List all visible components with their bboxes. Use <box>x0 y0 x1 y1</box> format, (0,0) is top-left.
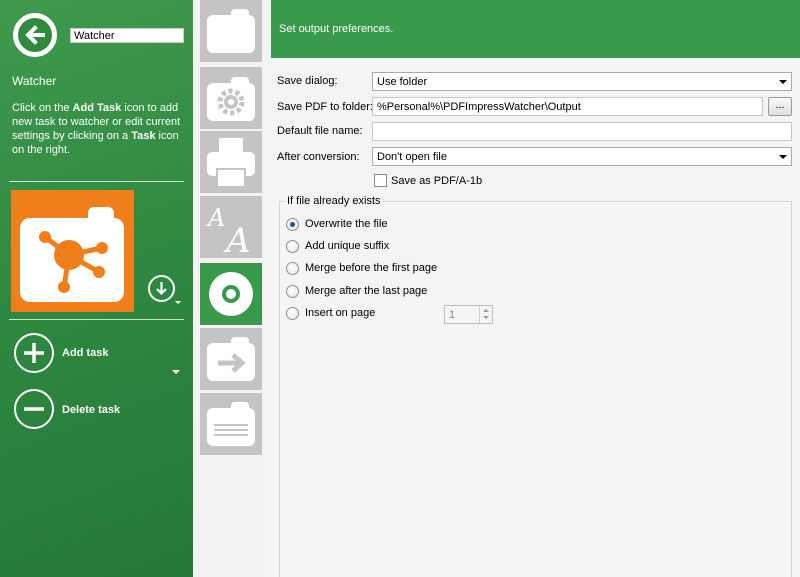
folder-icon <box>207 9 255 53</box>
arrow-down-icon <box>156 282 167 296</box>
disc-icon <box>209 272 253 316</box>
gear-icon <box>207 77 255 121</box>
nav-output[interactable] <box>200 263 262 325</box>
watcher-title: Watcher <box>12 74 57 88</box>
if-file-exists-title: If file already exists <box>285 195 383 207</box>
radio-button[interactable] <box>286 218 299 231</box>
page-header: Set output preferences. <box>271 0 800 58</box>
settings-nav: A A <box>193 0 271 577</box>
page-description: Set output preferences. <box>279 23 394 35</box>
nav-document[interactable] <box>200 393 262 455</box>
printer-icon <box>207 138 255 188</box>
default-file-name-input[interactable] <box>372 122 792 141</box>
output-settings-panel: Save dialog: Use folder Save PDF to fold… <box>271 58 800 577</box>
back-arrow-icon <box>18 18 52 52</box>
browse-folder-button[interactable]: ... <box>768 97 792 116</box>
chevron-down-icon <box>779 80 787 84</box>
svg-text:A: A <box>206 204 225 232</box>
nav-folder[interactable] <box>200 0 262 62</box>
if-file-exists-group <box>279 201 792 577</box>
dropdown-caret-icon[interactable] <box>172 370 180 374</box>
insert-page-value: 1 <box>449 309 456 321</box>
radio-label[interactable]: Merge before the first page <box>305 262 437 274</box>
task-tile[interactable] <box>11 190 134 312</box>
nav-settings[interactable] <box>200 67 262 129</box>
after-conversion-value: Don't open file <box>377 151 447 163</box>
save-pdf-folder-value: %Personal%\PDFImpressWatcher\Output <box>377 101 581 113</box>
watcher-name-input[interactable] <box>70 28 184 43</box>
pdfa-label[interactable]: Save as PDF/A-1b <box>391 175 482 187</box>
radio-button[interactable] <box>286 307 299 320</box>
divider <box>9 319 184 320</box>
move-down-button[interactable] <box>148 275 175 302</box>
minus-icon <box>24 407 44 411</box>
sidebar: Watcher Click on the Add Task icon to ad… <box>0 0 193 577</box>
radio-label[interactable]: Add unique suffix <box>305 240 389 252</box>
font-icon: A A <box>206 204 251 258</box>
radio-label[interactable]: Insert on page <box>305 307 375 319</box>
add-task-label[interactable]: Add task <box>62 347 108 359</box>
nav-fonts[interactable]: A A <box>200 196 262 258</box>
delete-task-label[interactable]: Delete task <box>62 404 120 416</box>
instructions-text: Click on the Add Task icon to add new ta… <box>12 102 181 156</box>
radio-button[interactable] <box>286 240 299 253</box>
after-conversion-select[interactable]: Don't open file <box>372 147 792 166</box>
save-dialog-value: Use folder <box>377 76 428 88</box>
export-arrow-icon <box>207 337 255 381</box>
delete-task-button[interactable] <box>14 389 54 429</box>
watcher-task-icon <box>20 207 124 302</box>
default-file-name-label: Default file name: <box>277 125 363 137</box>
nav-printer[interactable] <box>200 131 262 193</box>
radio-label[interactable]: Overwrite the file <box>305 218 388 230</box>
pdfa-checkbox[interactable] <box>374 174 387 187</box>
back-button[interactable] <box>13 13 57 57</box>
radio-button[interactable] <box>286 262 299 275</box>
save-pdf-folder-label: Save PDF to folder: <box>277 101 373 113</box>
radio-label[interactable]: Merge after the last page <box>305 285 427 297</box>
plus-icon <box>24 343 44 363</box>
spinner-buttons[interactable] <box>479 306 492 323</box>
save-dialog-label: Save dialog: <box>277 75 338 87</box>
document-icon <box>207 402 255 446</box>
spin-down-icon[interactable] <box>483 316 489 319</box>
radio-button[interactable] <box>286 285 299 298</box>
insert-page-spinner[interactable]: 1 <box>444 305 493 324</box>
svg-text:A: A <box>223 221 251 258</box>
nav-export[interactable] <box>200 328 262 390</box>
divider <box>9 181 184 182</box>
dropdown-caret-icon[interactable] <box>175 301 181 304</box>
chevron-down-icon <box>779 155 787 159</box>
after-conversion-label: After conversion: <box>277 151 360 163</box>
save-dialog-select[interactable]: Use folder <box>372 72 792 91</box>
spin-up-icon[interactable] <box>483 309 489 312</box>
save-pdf-folder-input[interactable]: %Personal%\PDFImpressWatcher\Output <box>372 97 763 116</box>
add-task-button[interactable] <box>14 333 54 373</box>
